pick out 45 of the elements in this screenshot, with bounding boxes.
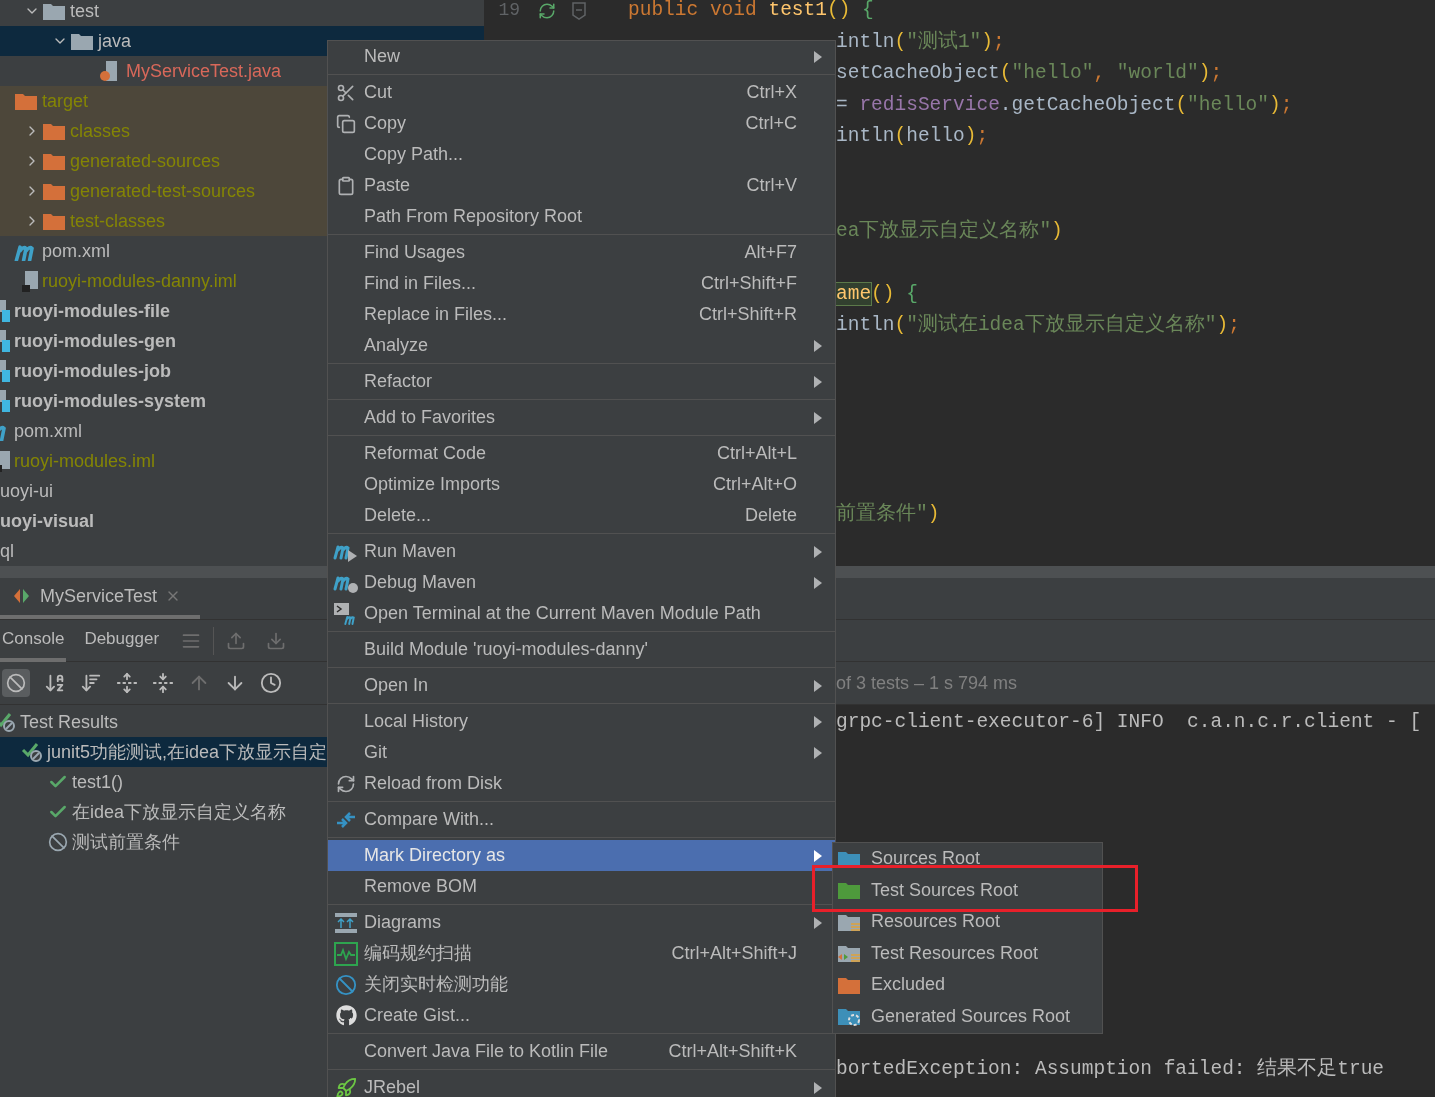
line-number: 19: [497, 0, 520, 23]
code-line: 前置条件"): [836, 501, 940, 528]
shortcut-text: Ctrl+X: [746, 81, 797, 104]
tree-item-label: pom.xml: [14, 419, 82, 443]
test-label: junit5功能测试,在idea下放显示自定: [47, 740, 328, 764]
code-line: intln(hello);: [836, 124, 989, 150]
code-line: public void test1() {: [628, 0, 874, 24]
console-line: grpc-client-executor-6] INFO c.a.n.c.r.client - [: [836, 710, 1423, 736]
shortcut-text: Ctrl+Shift+R: [698, 303, 797, 326]
tree-item-label: generated-test-sources: [70, 179, 256, 203]
tree-item-label: ruoyi-modules-danny.iml: [42, 269, 237, 293]
shortcut-text: Ctrl+Alt+O: [712, 473, 797, 496]
tree-item-label: pom.xml: [42, 239, 110, 263]
code-line: ame() {: [836, 281, 918, 307]
test-label: 在idea下放显示自定义名称: [72, 800, 287, 824]
shortcut-text: Delete: [744, 504, 797, 527]
console-line: bortedException: Assumption failed: 结果不足true: [836, 1056, 1386, 1082]
shortcut-text: Ctrl+Alt+L: [716, 442, 797, 465]
shortcut-text: Ctrl+Alt+Shift+K: [668, 1040, 797, 1063]
shortcut-text: Ctrl+Alt+Shift+J: [671, 942, 797, 965]
tree-item-label: ruoyi-modules-system: [14, 389, 207, 413]
tree-item-label: classes: [70, 119, 131, 143]
shortcut-text: Ctrl+Shift+F: [700, 272, 797, 295]
code-line: intln("测试在idea下放显示自定义名称");: [836, 312, 1240, 339]
test-label: test1(): [72, 770, 123, 794]
tree-item-label: ruoyi-modules-file: [14, 299, 170, 323]
code-line: ea下放显示自定义名称"): [836, 218, 1063, 244]
code-line: intln("测试1");: [836, 29, 1005, 55]
code-line: setCacheObject("hello", "world");: [836, 61, 1223, 87]
tree-item-label: target: [42, 89, 89, 113]
code-line: = redisService.getCacheObject("hello");: [836, 92, 1293, 118]
tree-item-label: MyServiceTest.java: [126, 59, 282, 83]
test-label: Test Results: [20, 710, 119, 734]
tree-item-label: ruoyi-modules-job: [14, 359, 171, 383]
test-label: 测试前置条件: [72, 830, 180, 854]
shortcut-text: Ctrl+C: [745, 112, 797, 135]
shortcut-text: Alt+F7: [744, 241, 797, 264]
shortcut-text: Ctrl+V: [746, 174, 797, 197]
test-status-text: of 3 tests – 1 s 794 ms: [836, 671, 1018, 695]
tree-item-label: generated-sources: [70, 149, 221, 173]
tree-item-label: ruoyi-modules.iml: [14, 449, 156, 473]
tree-item-label: test-classes: [70, 209, 166, 233]
tree-item-label: ruoyi-modules-gen: [14, 329, 176, 353]
tree-item-label: test: [70, 0, 99, 23]
tree-item-label: java: [98, 29, 132, 53]
